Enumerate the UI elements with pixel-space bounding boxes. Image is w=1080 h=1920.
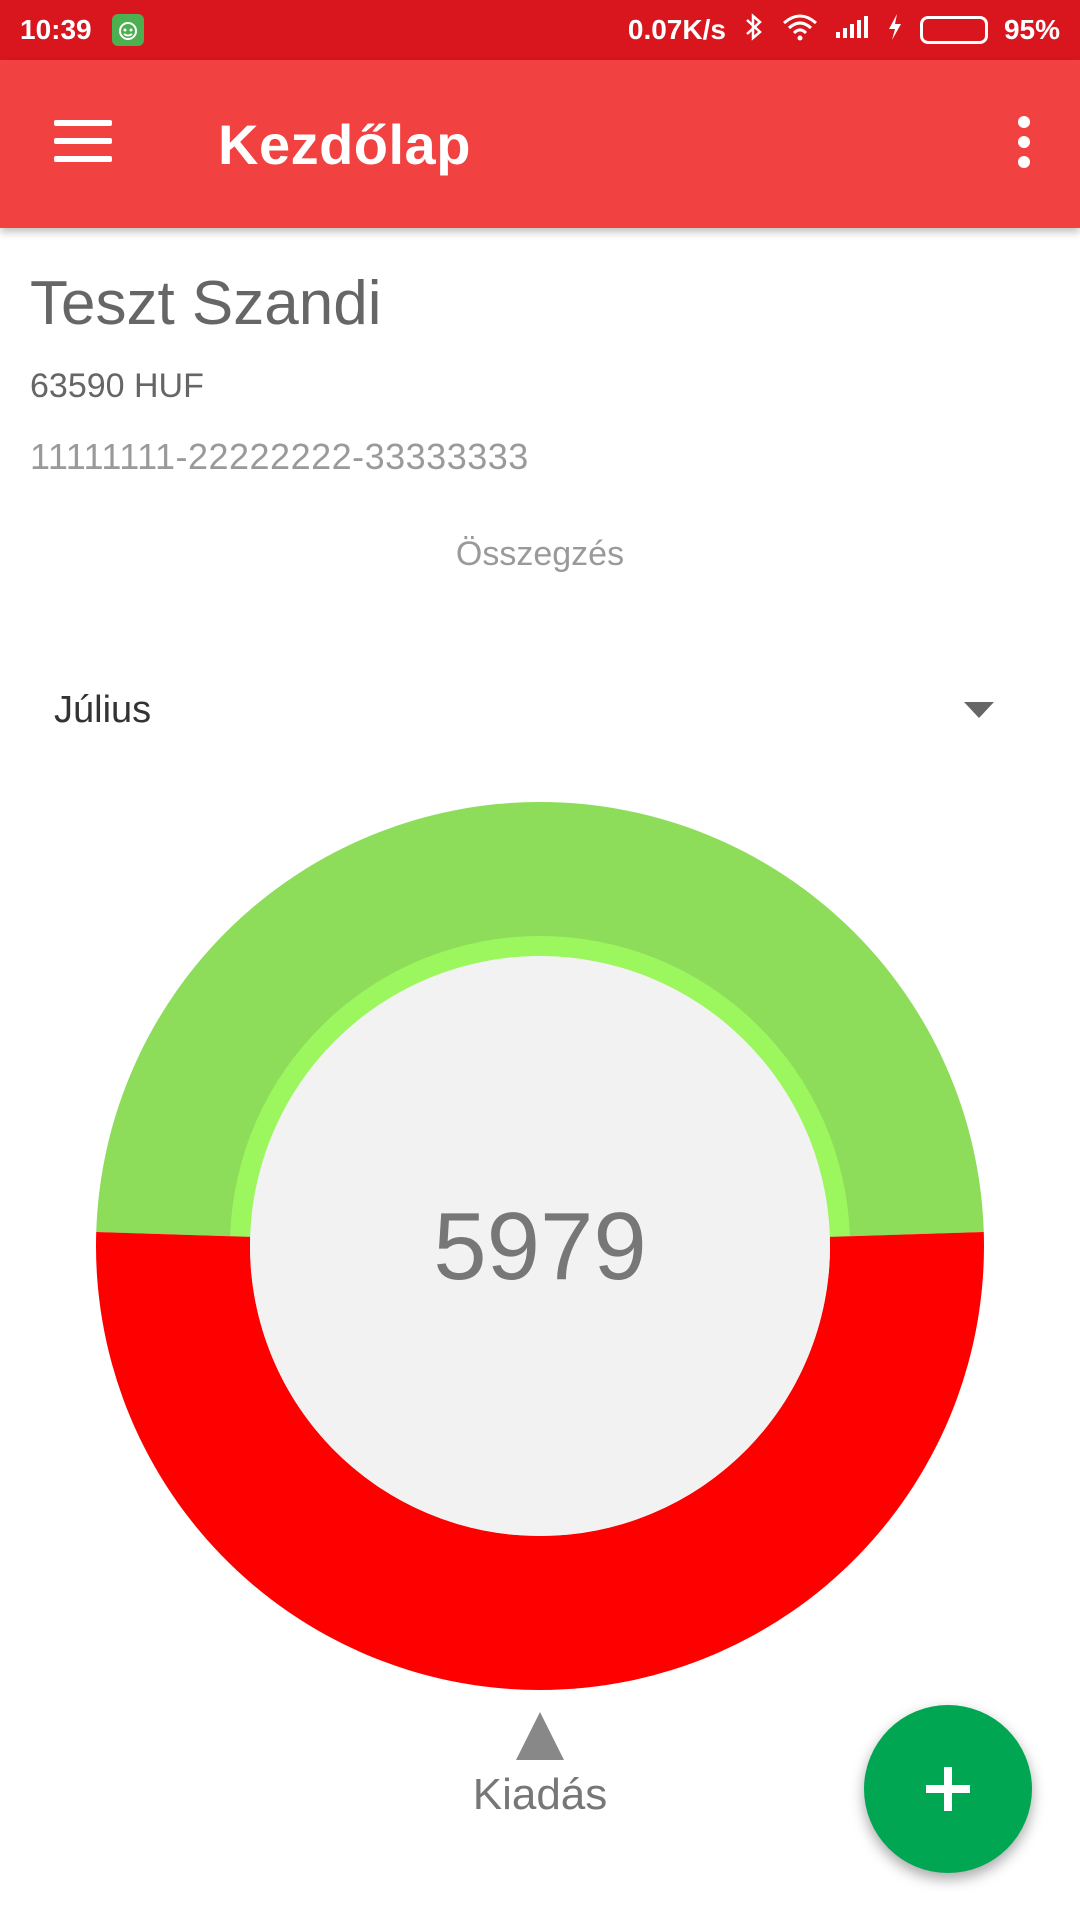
chart-pointer-label: Kiadás xyxy=(472,1770,608,1819)
battery-icon xyxy=(919,16,988,44)
notification-app-icon xyxy=(111,14,144,46)
month-selected-value: Július xyxy=(54,688,152,731)
more-vert-icon[interactable] xyxy=(1012,116,1036,172)
chart-center-value: 5979 xyxy=(433,1193,647,1300)
chart-pointer-icon xyxy=(516,1712,564,1760)
battery-percent: 95% xyxy=(1003,14,1060,45)
hamburger-menu-icon[interactable] xyxy=(54,120,114,168)
network-speed: 0.07K/s xyxy=(627,14,726,45)
page-title: Kezdőlap xyxy=(218,113,471,176)
charging-icon xyxy=(886,12,904,49)
app-bar: Kezdőlap xyxy=(0,60,1080,228)
signal-icon xyxy=(834,14,870,47)
summary-donut-chart[interactable]: 5979 xyxy=(96,802,984,1690)
screen: 10:39 0.07K/s 95% Kezdőlap Teszt Szandi … xyxy=(0,0,1080,1920)
bluetooth-icon xyxy=(742,12,766,49)
add-transaction-button[interactable] xyxy=(864,1705,1032,1873)
status-time: 10:39 xyxy=(20,14,92,45)
account-number: 11111111-22222222-33333333 xyxy=(30,436,529,477)
dropdown-caret-icon xyxy=(964,702,994,718)
status-bar: 10:39 0.07K/s 95% xyxy=(0,0,1080,60)
month-dropdown[interactable]: Július xyxy=(54,680,1004,740)
account-name: Teszt Szandi xyxy=(30,269,382,338)
wifi-icon xyxy=(782,13,818,48)
summary-label: Összegzés xyxy=(455,535,625,573)
account-balance: 63590 HUF xyxy=(30,367,204,405)
